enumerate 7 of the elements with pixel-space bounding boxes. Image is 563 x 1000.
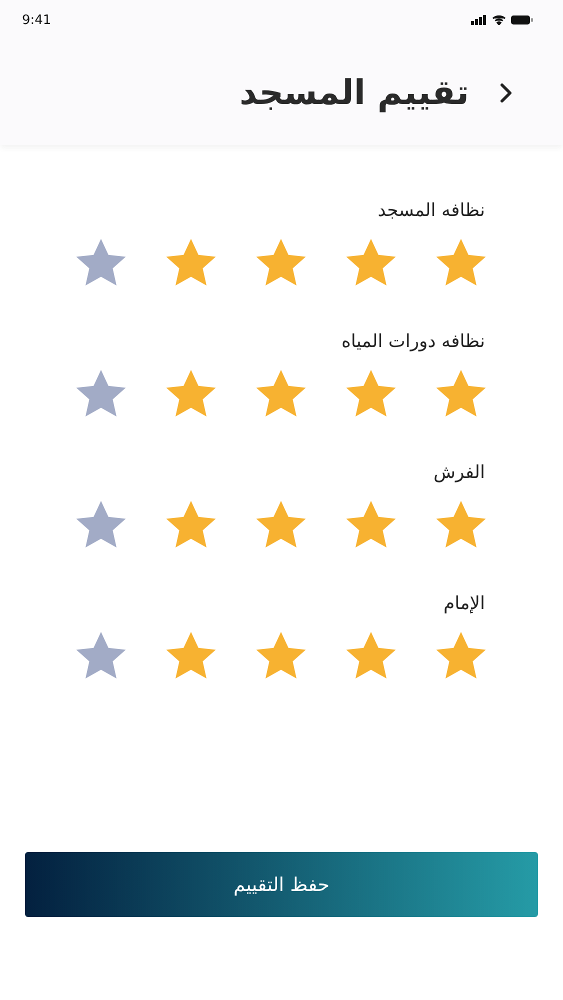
status-time: 9:41 [22,12,52,28]
rating-label: الإمام [443,593,485,614]
save-rating-button[interactable]: حفظ التقييم [25,852,538,917]
rating-label: نظافه دورات المياه [341,331,485,352]
page-title: تقييم المسجد [240,72,469,112]
rating-label: الفرش [434,462,485,483]
rating-label: نظافه المسجد [378,200,485,221]
